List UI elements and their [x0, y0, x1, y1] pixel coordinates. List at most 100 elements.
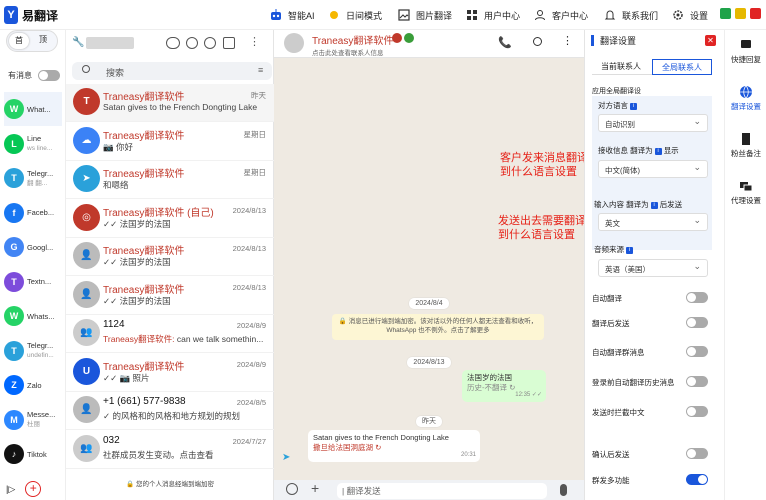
nav-user-center[interactable]: 用户中心 [464, 5, 520, 25]
fan-notes-button[interactable]: 粉丝备注 [726, 132, 766, 172]
platform-glyph: G [10, 242, 18, 252]
sidebar-item-platform[interactable]: W What... [4, 92, 62, 126]
toggle-switch[interactable] [686, 346, 708, 357]
sidebar-segment[interactable]: 首 顶 [6, 30, 58, 52]
sidebar-item-platform[interactable]: L Line ws line... [4, 127, 62, 161]
toggle-label: 确认后发送 [592, 450, 630, 459]
platform-name: Faceb... [27, 208, 61, 217]
outgoing-message[interactable]: 法国岁的法国 历史-不翻译 ↻ 12:35 ✓✓ [462, 370, 546, 402]
tab-first[interactable]: 首 [9, 33, 29, 49]
new-chat-icon[interactable] [223, 37, 235, 49]
sidebar-item-platform[interactable]: T Textn... [4, 265, 62, 299]
contact-avatar[interactable] [284, 33, 304, 53]
sidebar-item-platform[interactable]: W Whats... [4, 299, 62, 333]
robot-icon [268, 7, 284, 23]
toggle-switch[interactable] [686, 376, 708, 387]
chat-preview: ✓✓ 法国岁的法国 [103, 295, 171, 307]
chat-name: 1124 [103, 319, 125, 330]
message-text: 法国岁的法国 [467, 373, 512, 382]
section-label: 应用全局翻译设 [592, 88, 641, 95]
sidebar-item-platform[interactable]: G Googl... [4, 230, 62, 264]
tab-global-contact[interactable]: 全局联系人 [652, 59, 712, 75]
platform-icon: T [4, 340, 24, 361]
panel-toggle-row: 登录前自动翻译历史消息 [592, 374, 712, 390]
tab-second[interactable]: 顶 [39, 34, 47, 45]
chat-row[interactable]: 👥 1124 2024/8/9 Traneasy翻译软件: can we talk s… [66, 315, 274, 353]
tab-current-contact[interactable]: 当前联系人 [592, 59, 650, 75]
sidebar-item-platform[interactable]: T Telegr... 翻 翻... [4, 161, 62, 195]
search-input[interactable]: 搜索 [106, 66, 124, 79]
add-platform-button[interactable]: + [25, 481, 42, 497]
panel-close-icon[interactable]: ✕ [705, 35, 716, 46]
mic-icon[interactable] [560, 484, 567, 496]
chat-row[interactable]: 👥 032 2024/7/27 社群成员发生变动。点击查看 [66, 431, 274, 469]
chat-search-icon[interactable] [533, 37, 542, 46]
attach-icon[interactable]: + [311, 480, 319, 496]
nav-contact-us[interactable]: 联系我们 [602, 5, 658, 25]
platform-icon: T [4, 271, 24, 292]
chat-time: 2024/8/13 [232, 282, 266, 292]
nav-day-mode[interactable]: 日间模式 [326, 5, 382, 25]
nav-settings[interactable]: 设置 [670, 5, 708, 25]
chat-row[interactable]: ➤ Traneasy翻译软件 星期日 和嗯络 [66, 161, 274, 199]
maximize-button[interactable] [735, 8, 746, 19]
search-box[interactable] [72, 62, 272, 80]
platform-glyph: Z [11, 380, 17, 390]
menu-icon[interactable]: ⋮ [249, 35, 260, 48]
chat-menu-icon[interactable]: ⋮ [562, 34, 573, 47]
call-icon[interactable]: 📞 [498, 36, 512, 49]
platform-glyph: W [9, 311, 19, 321]
nav-image-translate[interactable]: 图片翻译 [396, 5, 452, 25]
lang-select[interactable]: 自动识别 [598, 114, 708, 132]
chat-row[interactable]: ◎ Traneasy翻译软件 (自己) 2024/8/13 ✓✓ 法国岁的法国 [66, 200, 274, 238]
sidebar-item-platform[interactable]: T Telegr... undefin... [4, 334, 62, 368]
sidebar-item-platform[interactable]: Z Zalo [4, 368, 62, 402]
toggle-switch[interactable] [686, 317, 708, 328]
communities-icon[interactable] [166, 37, 180, 49]
message-input[interactable]: | 翻译发送 [337, 483, 547, 499]
emoji-icon[interactable] [286, 483, 298, 495]
audio-select[interactable]: 英语（美国） [598, 259, 708, 277]
toggle-switch[interactable] [686, 448, 708, 459]
filter-icon[interactable]: ≡ [258, 65, 263, 75]
proxy-icon [739, 179, 753, 193]
input-select[interactable]: 英文 [598, 213, 708, 231]
message-time: 12:35 ✓✓ [515, 392, 542, 398]
chat-row[interactable]: U Traneasy翻译软件 2024/8/9 ✓✓ 📷 照片 [66, 354, 274, 392]
close-window-button[interactable] [750, 8, 761, 19]
status-icon[interactable] [186, 37, 198, 49]
translate-settings-button[interactable]: 翻译设置 [726, 85, 766, 125]
chat-avatar: 👤 [73, 396, 100, 423]
quick-reply-button[interactable]: 快捷回复 [726, 38, 766, 78]
image-icon [396, 7, 412, 23]
system-note[interactable]: 🔒 消息已进行端到端加密。该对话以外的任何人都无法查看和收听，WhatsApp … [332, 314, 544, 340]
platform-name: Tiktok [27, 450, 61, 459]
profile-avatar[interactable] [86, 37, 134, 49]
toggle-switch[interactable] [686, 474, 708, 485]
chat-preview: ✓✓ 📷 照片 [103, 372, 150, 384]
sidebar-item-platform[interactable]: ♪ Tiktok [4, 437, 62, 471]
toggle-switch[interactable] [686, 292, 708, 303]
minimize-button[interactable] [720, 8, 731, 19]
chat-preview-text: ✓✓ 法国岁的法国 [103, 218, 171, 229]
collapse-icon[interactable]: |▷ [6, 484, 15, 495]
chat-row[interactable]: 👤 Traneasy翻译软件 2024/8/13 ✓✓ 法国岁的法国 [66, 277, 274, 315]
contact-name[interactable]: Traneasy翻译软件 [312, 32, 393, 47]
chat-row[interactable]: ☁ Traneasy翻译软件 星期日 📷 你好 [66, 123, 274, 161]
chat-row[interactable]: 👤 Traneasy翻译软件 2024/8/13 ✓✓ 法国岁的法国 [66, 238, 274, 276]
date-chip: 2024/8/4 [409, 298, 449, 309]
toggle-switch[interactable] [686, 406, 708, 417]
nav-ai[interactable]: 智能AI [268, 5, 315, 25]
avatar-glyph: ☁ [81, 134, 92, 146]
sidebar-item-platform[interactable]: f Faceb... [4, 196, 62, 230]
chat-row[interactable]: 👤 +1 (661) 577-9838 2024/8/5 ✓ 的风格和的风格和地方规划… [66, 392, 274, 430]
channels-icon[interactable] [204, 37, 216, 49]
chat-row[interactable]: T Traneasy翻译软件 昨天 Satan gives to the French… [66, 84, 274, 122]
recv-select[interactable]: 中文(简体) [598, 160, 708, 178]
proxy-settings-button[interactable]: 代理设置 [726, 179, 766, 219]
sidebar-item-platform[interactable]: M Messe... 杜丽 [4, 403, 62, 437]
wrench-icon[interactable]: 🔧 [72, 37, 84, 48]
nav-customer-center[interactable]: 客户中心 [532, 5, 588, 25]
incoming-message[interactable]: Satan gives to the French Dongting Lake … [308, 430, 480, 462]
msg-toggle[interactable] [38, 70, 60, 81]
